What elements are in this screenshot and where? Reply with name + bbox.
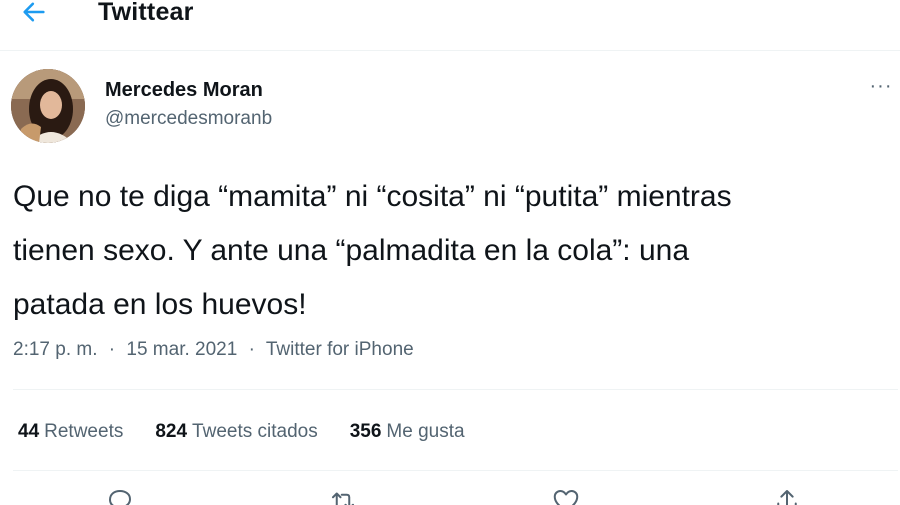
like-button[interactable]	[546, 486, 586, 505]
author-handle[interactable]: @mercedesmoranb	[105, 106, 272, 132]
divider	[13, 470, 898, 471]
reply-icon	[109, 490, 131, 505]
profile-photo	[11, 69, 85, 143]
reply-button[interactable]	[100, 486, 140, 505]
arrow-left-icon	[23, 2, 45, 22]
meta-separator: ·	[108, 339, 116, 360]
retweets-label: Retweets	[44, 421, 124, 442]
like-icon	[553, 490, 579, 505]
top-bar: Twittear	[0, 0, 900, 51]
retweet-button[interactable]	[323, 486, 363, 505]
back-button[interactable]	[16, 0, 52, 30]
divider	[13, 389, 898, 390]
more-options-button[interactable]: ···	[866, 76, 896, 102]
tweet-page: Twittear Mercedes Moran @mercedesmoranb …	[0, 0, 900, 505]
tweet-time[interactable]: 2:17 p. m.	[13, 339, 98, 360]
likes-label: Me gusta	[386, 421, 465, 442]
quote-tweets-count: 824	[155, 421, 188, 442]
tweet-source[interactable]: Twitter for iPhone	[266, 339, 414, 360]
likes-stat[interactable]: 356 Me gusta	[350, 418, 465, 446]
quote-tweets-stat[interactable]: 824 Tweets citados	[155, 418, 317, 446]
share-icon	[777, 490, 797, 505]
quote-tweets-label: Tweets citados	[192, 421, 318, 442]
likes-count: 356	[349, 421, 382, 442]
avatar[interactable]	[11, 69, 85, 143]
tweet-date[interactable]: 15 mar. 2021	[126, 339, 237, 360]
page-title: Twittear	[98, 0, 194, 26]
tweet-meta: 2:17 p. m. · 15 mar. 2021 · Twitter for …	[13, 336, 414, 364]
share-button[interactable]	[767, 486, 807, 505]
tweet-text: Que no te diga “mamita” ni “cosita” ni “…	[13, 180, 732, 321]
meta-separator: ·	[248, 339, 255, 360]
retweet-icon	[332, 492, 354, 505]
retweets-count: 44	[18, 421, 40, 442]
retweets-stat[interactable]: 44 Retweets	[18, 418, 123, 446]
tweet-stats: 44 Retweets 824 Tweets citados 356 Me gusta	[18, 418, 465, 446]
author-name[interactable]: Mercedes Moran	[105, 77, 263, 103]
